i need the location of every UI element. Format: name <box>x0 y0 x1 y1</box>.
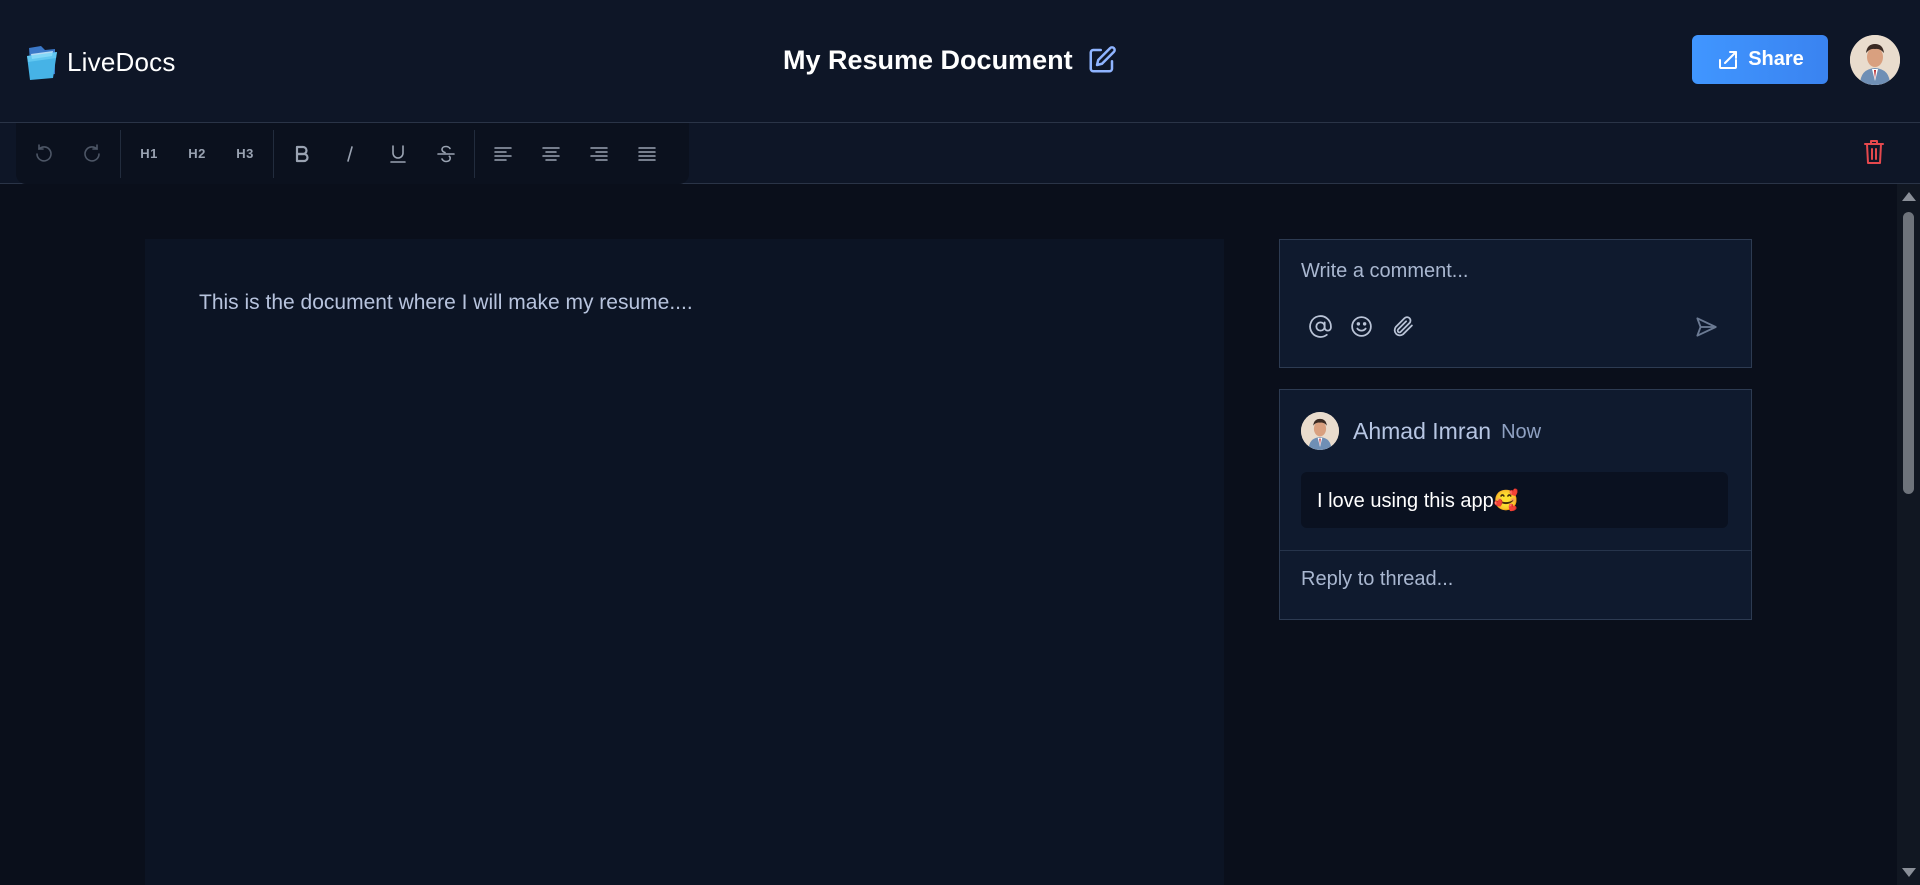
align-right-button[interactable] <box>575 130 623 178</box>
edit-icon[interactable] <box>1087 45 1117 75</box>
comment-input[interactable]: Write a comment... <box>1301 260 1468 283</box>
redo-icon <box>84 143 100 162</box>
app-logo[interactable]: LiveDocs <box>25 40 176 84</box>
align-center-icon <box>542 146 560 161</box>
composer-actions <box>1308 314 1415 339</box>
comment-timestamp: Now <box>1501 420 1542 443</box>
share-button-label: Share <box>1748 48 1804 70</box>
scroll-up-arrow-icon[interactable] <box>1902 192 1916 201</box>
underline-icon <box>390 144 406 163</box>
emoji-icon[interactable] <box>1349 314 1374 339</box>
share-button[interactable]: Share <box>1692 35 1828 84</box>
h1-label: H1 <box>140 146 158 161</box>
h3-label: H3 <box>236 146 254 161</box>
comment-author: Ahmad Imran <box>1353 417 1492 444</box>
thread-divider <box>1280 550 1751 551</box>
align-right-icon <box>590 146 608 161</box>
heading-3-button[interactable]: H3 <box>221 130 269 178</box>
send-icon[interactable] <box>1693 314 1719 340</box>
avatar-portrait-icon <box>1301 412 1339 450</box>
italic-button[interactable] <box>326 130 374 178</box>
scroll-down-arrow-icon[interactable] <box>1902 868 1916 877</box>
italic-icon <box>347 145 353 162</box>
formatting-toolbar: H1 H2 H3 <box>16 123 689 184</box>
top-header: LiveDocs My Resume Document Share <box>0 0 1920 123</box>
comment-thread: Ahmad Imran Now I love using this app🥰 R… <box>1279 389 1752 620</box>
align-left-icon <box>494 146 512 161</box>
align-center-button[interactable] <box>527 130 575 178</box>
mention-icon[interactable] <box>1308 314 1333 339</box>
scroll-thumb[interactable] <box>1903 212 1914 494</box>
redo-button[interactable] <box>68 130 116 178</box>
avatar-portrait-icon <box>1850 35 1900 85</box>
strikethrough-icon <box>437 145 455 162</box>
document-editor[interactable]: This is the document where I will make m… <box>145 239 1224 885</box>
undo-button[interactable] <box>20 130 68 178</box>
attachment-icon[interactable] <box>1390 314 1415 339</box>
bold-button[interactable] <box>278 130 326 178</box>
underline-button[interactable] <box>374 130 422 178</box>
document-content[interactable]: This is the document where I will make m… <box>199 291 693 315</box>
document-title[interactable]: My Resume Document <box>783 45 1073 76</box>
history-group <box>16 123 120 184</box>
heading-1-button[interactable]: H1 <box>125 130 173 178</box>
align-left-button[interactable] <box>479 130 527 178</box>
h2-label: H2 <box>188 146 206 161</box>
folder-logo-icon <box>27 46 57 80</box>
align-justify-button[interactable] <box>623 130 671 178</box>
comment-avatar <box>1301 412 1339 450</box>
text-style-group <box>274 123 474 184</box>
heading-2-button[interactable]: H2 <box>173 130 221 178</box>
comment-header: Ahmad Imran Now <box>1301 412 1541 450</box>
comment-body: I love using this app🥰 <box>1301 472 1728 528</box>
heading-group: H1 H2 H3 <box>121 123 273 184</box>
comment-composer: Write a comment... <box>1279 239 1752 368</box>
align-justify-icon <box>638 146 656 161</box>
alignment-group <box>475 123 675 184</box>
app-name: LiveDocs <box>67 46 176 77</box>
document-title-area: My Resume Document <box>783 40 1117 80</box>
strikethrough-button[interactable] <box>422 130 470 178</box>
bold-icon <box>295 145 309 162</box>
user-avatar[interactable] <box>1850 35 1900 85</box>
trash-icon[interactable] <box>1862 138 1886 166</box>
vertical-scrollbar[interactable] <box>1897 184 1920 885</box>
editor-toolbar-row: H1 H2 H3 <box>0 123 1920 184</box>
reply-input[interactable]: Reply to thread... <box>1301 568 1453 591</box>
share-icon <box>1719 50 1738 69</box>
undo-icon <box>36 143 52 162</box>
